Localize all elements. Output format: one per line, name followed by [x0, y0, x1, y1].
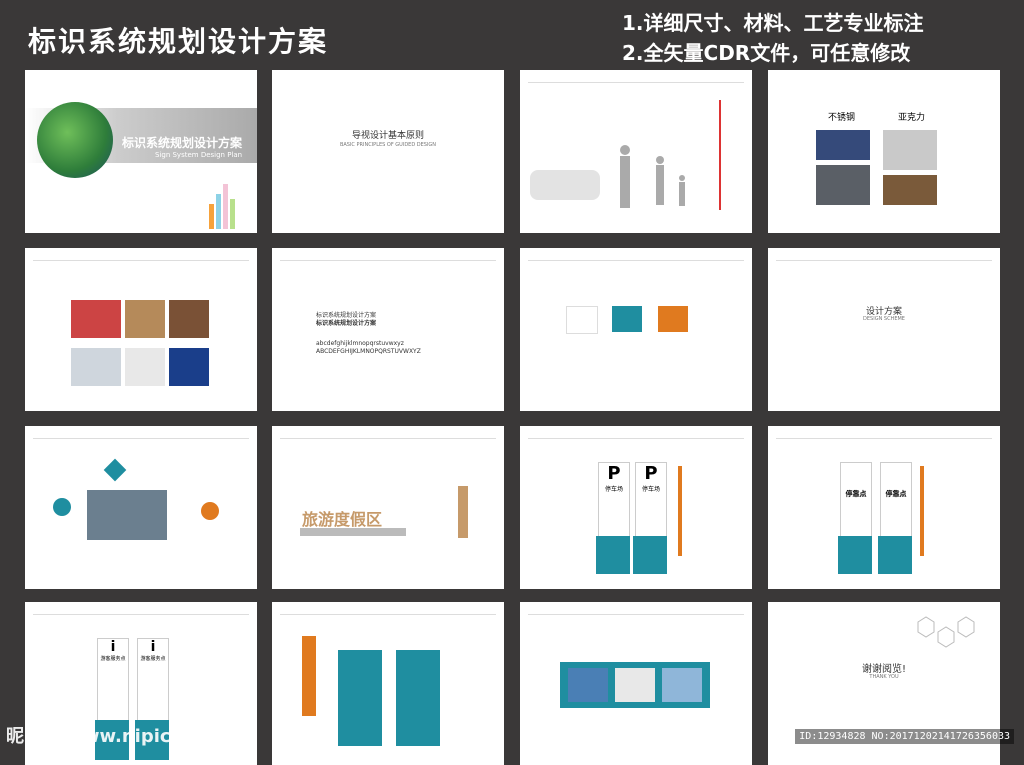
- logo-base: [300, 528, 406, 536]
- page-rule: [33, 614, 249, 615]
- wood-photo: [169, 300, 209, 338]
- image-id: ID:12934828 NO:20171202141726356033: [795, 729, 1014, 744]
- lamp-photo: [125, 348, 165, 386]
- page-cover[interactable]: 标识系统规划设计方案 Sign System Design Plan: [25, 70, 257, 233]
- principles-title-cn: 导视设计基本原则: [351, 131, 424, 141]
- logo-text: 旅游度假区: [302, 510, 383, 529]
- cover-photo-circle: [37, 102, 113, 178]
- scheme-title-en: DESIGN SCHEME: [863, 316, 905, 322]
- hexagon-pattern: [917, 616, 975, 648]
- parking-p-letter: P: [644, 463, 658, 484]
- swatch-teal: [612, 306, 642, 332]
- steel-photo-1: [816, 130, 870, 160]
- page-typography[interactable]: 标识系统规划设计方案 标识系统规划设计方案 abcdefghijklmnopqr…: [272, 248, 504, 411]
- steel-photo-2: [816, 165, 870, 205]
- flower-icon: [201, 502, 219, 520]
- page-material-photos[interactable]: [25, 248, 257, 411]
- page-principles[interactable]: 导视设计基本原则 BASIC PRINCIPLES OF GUIDED DESI…: [272, 70, 504, 233]
- page-rule: [776, 260, 992, 261]
- page-rule: [776, 438, 992, 439]
- board-photo-2: [615, 668, 655, 702]
- diamond-icon: [103, 458, 127, 482]
- board-photo-1: [568, 668, 608, 702]
- page-rule: [528, 438, 744, 439]
- directory-board-1: [338, 650, 382, 746]
- aerial-photo: [87, 490, 167, 540]
- bus-sign-2-label: 停靠点: [885, 490, 907, 498]
- parking-base-2: [633, 536, 667, 574]
- cover-bars-graphic: [209, 184, 235, 229]
- page-colors[interactable]: [520, 248, 752, 411]
- directory-board-2: [396, 650, 440, 746]
- page-rule: [528, 260, 744, 261]
- parking-sign-1-label: 停车场: [604, 486, 623, 493]
- cover-title-cn: 标识系统规划设计方案: [122, 136, 243, 150]
- parking-p-letter: P: [607, 463, 621, 484]
- info-sign-1-label: 游客服务点: [100, 656, 126, 662]
- bus-sign-1-label: 停靠点: [845, 490, 867, 498]
- logo-pillar: [458, 486, 468, 538]
- orange-post: [920, 466, 924, 556]
- page-eye-level[interactable]: [520, 70, 752, 233]
- page-parking-signs[interactable]: P 停车场 P 停车场: [520, 426, 752, 589]
- page-rule: [33, 260, 249, 261]
- page-rule: [280, 260, 496, 261]
- sign-photo: [125, 300, 165, 338]
- parking-base-1: [596, 536, 630, 574]
- acrylic-photo-1: [883, 130, 937, 170]
- page-concept[interactable]: [25, 426, 257, 589]
- page-display-board[interactable]: [520, 602, 752, 765]
- material-label-acrylic: 亚克力: [898, 113, 926, 123]
- info-sign-2-label: 游客服务点: [140, 656, 166, 662]
- paint-photo: [71, 300, 121, 338]
- acrylic-photo-2: [883, 175, 937, 205]
- swatch-orange: [658, 306, 688, 332]
- plate-photo: [71, 348, 121, 386]
- type-alphabet-lower: abcdefghijklmnopqrstuvwxyz: [316, 340, 404, 347]
- board-photo-3: [662, 668, 702, 702]
- bus-base-1: [838, 536, 872, 574]
- page-rule: [528, 614, 744, 615]
- type-line-2: 标识系统规划设计方案: [316, 320, 377, 327]
- parking-sign-2-label: 停车场: [641, 486, 660, 493]
- info-i-letter: i: [150, 639, 156, 655]
- orange-post: [678, 466, 682, 556]
- thank-you-en: THANK YOU: [869, 674, 899, 680]
- led-photo: [169, 348, 209, 386]
- orange-pillar-sign: [302, 636, 316, 716]
- page-rule: [280, 438, 496, 439]
- bus-base-2: [878, 536, 912, 574]
- page-bus-stop-signs[interactable]: 停靠点 停靠点: [768, 426, 1000, 589]
- page-materials[interactable]: 不锈钢 亚克力: [768, 70, 1000, 233]
- page-rule: [280, 614, 496, 615]
- plane-icon: [53, 498, 71, 516]
- material-label-steel: 不锈钢: [828, 113, 856, 123]
- principles-title-en: BASIC PRINCIPLES OF GUIDED DESIGN: [339, 142, 437, 148]
- page-entrance-logo[interactable]: 旅游度假区: [272, 426, 504, 589]
- page-rule: [33, 438, 249, 439]
- type-alphabet-upper: ABCDEFGHIJKLMNOPQRSTUVWXYZ: [316, 348, 421, 355]
- thank-you-cn: 谢谢阅览!: [861, 664, 906, 675]
- info-i-letter: i: [110, 639, 116, 655]
- page-design-scheme[interactable]: 设计方案 DESIGN SCHEME: [768, 248, 1000, 411]
- cover-title-en: Sign System Design Plan: [155, 151, 243, 159]
- site-watermark: 昵图网 www.nipic.com: [6, 726, 220, 747]
- eye-level-illustration: [530, 100, 721, 210]
- page-grid: 标识系统规划设计方案 Sign System Design Plan 导视设计基…: [0, 0, 1024, 765]
- page-directory-boards[interactable]: [272, 602, 504, 765]
- swatch-white: [566, 306, 598, 334]
